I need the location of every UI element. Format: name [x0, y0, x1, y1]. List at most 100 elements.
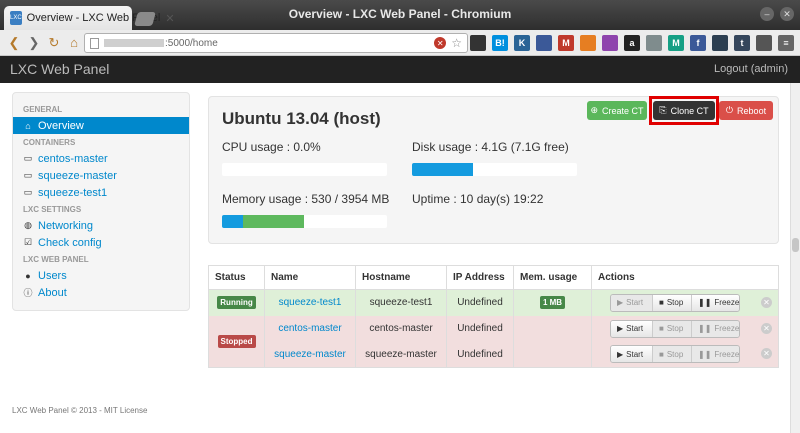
amazon-icon[interactable]: a [624, 35, 640, 51]
freeze-label: Freeze [714, 298, 740, 308]
square-icon[interactable] [536, 35, 552, 51]
facebook-icon[interactable]: f [690, 35, 706, 51]
hdd-icon: ▭ [23, 153, 33, 163]
ip-cell: Undefined [446, 289, 514, 316]
stop-label: Stop [666, 349, 684, 359]
sidebar-item-squeeze-master[interactable]: ▭ squeeze-master [13, 167, 189, 184]
col-ip: IP Address [446, 265, 514, 290]
browser-toolbar: ❮ ❯ ↻ ⌂ :5000/home ✕ ☆ B! K Ma Mf t ≡ [0, 30, 800, 56]
menu-icon[interactable]: ≡ [778, 35, 794, 51]
col-hostname: Hostname [355, 265, 447, 290]
sidebar-item-overview[interactable]: ⌂ Overview [13, 117, 189, 134]
status-badge: Running [217, 296, 256, 310]
sidebar-item-label: squeeze-test1 [38, 186, 108, 199]
hdd-icon: ▭ [23, 187, 33, 197]
sidebar: GENERAL ⌂ Overview CONTAINERS ▭ centos-m… [12, 92, 190, 311]
minimize-icon[interactable]: – [760, 7, 774, 21]
pause-icon: ❚❚ [698, 349, 712, 359]
gmail-icon[interactable]: M [558, 35, 574, 51]
start-button[interactable]: ▶ Start [611, 320, 653, 337]
brand[interactable]: LXC Web Panel [10, 61, 109, 77]
sidebar-item-about[interactable]: ⓘ About [13, 284, 189, 301]
table-row: Stopped centos-master centos-master Unde… [208, 315, 779, 368]
stop-button[interactable]: ■ Stop [653, 320, 692, 337]
leaf-icon[interactable] [602, 35, 618, 51]
col-actions: Actions [591, 265, 779, 290]
freeze-button[interactable]: ❚❚ Freeze [692, 320, 739, 337]
nav-header-settings: LXC SETTINGS [23, 205, 82, 214]
pause-icon: ❚❚ [698, 324, 712, 333]
action-button-group: ▶ Start ■ Stop ❚❚ Freeze [610, 345, 740, 364]
container-link[interactable]: centos-master [278, 323, 341, 334]
extension-icons: B! K Ma Mf t ≡ [470, 35, 794, 51]
block-icon[interactable] [580, 35, 596, 51]
bookmark-star-icon[interactable]: ☆ [451, 36, 462, 50]
stop-icon[interactable]: ✕ [434, 37, 447, 49]
remove-icon[interactable]: ✕ [761, 322, 772, 334]
stop-button[interactable]: ■ Stop [653, 294, 692, 311]
reboot-label: Reboot [737, 105, 767, 116]
table-header-row: Status Name Hostname IP Address Mem. usa… [208, 265, 779, 290]
stop-label: Stop [666, 324, 684, 333]
reload-icon[interactable]: ↻ [44, 35, 64, 51]
tumblr-icon[interactable]: t [734, 35, 750, 51]
memory-usage-fill-used [222, 215, 244, 228]
ip-cell: Undefined [446, 315, 514, 342]
mem-cell [513, 341, 592, 368]
col-mem: Mem. usage [513, 265, 592, 290]
remove-icon[interactable]: ✕ [761, 348, 772, 360]
sidebar-item-label: Check config [38, 236, 102, 249]
wrench-icon[interactable] [756, 35, 772, 51]
hatena-icon[interactable]: B! [492, 35, 508, 51]
container-link[interactable]: squeeze-test1 [279, 297, 342, 308]
page-scrollbar[interactable] [790, 83, 800, 433]
memory-usage-label: Memory usage : 530 / 3954 MB [222, 192, 390, 206]
m-icon[interactable]: M [668, 35, 684, 51]
col-name: Name [264, 265, 356, 290]
url-redacted-host [104, 38, 164, 47]
ip-cell: Undefined [446, 341, 514, 368]
mem-badge: 1 MB [539, 296, 566, 310]
sidebar-item-label: About [38, 286, 67, 299]
memory-usage-fill-cached [243, 215, 305, 228]
cpu-usage-label: CPU usage : 0.0% [222, 140, 321, 154]
stop-button[interactable]: ■ Stop [653, 346, 692, 363]
mem-cell [513, 315, 592, 342]
freeze-button[interactable]: ❚❚ Freeze [692, 346, 739, 363]
url-bar[interactable]: :5000/home ✕ ☆ [84, 33, 468, 53]
share-icon[interactable] [712, 35, 728, 51]
home-icon[interactable]: ⌂ [64, 35, 84, 50]
sidebar-item-centos-master[interactable]: ▭ centos-master [13, 150, 189, 167]
k-icon[interactable]: K [514, 35, 530, 51]
logout-link[interactable]: Logout (admin) [714, 63, 788, 75]
close-window-icon[interactable]: ✕ [780, 7, 794, 21]
window-title: Overview - LXC Web Panel - Chromium [288, 7, 512, 21]
glasses-icon[interactable] [470, 35, 486, 51]
create-ct-button[interactable]: ⊕ Create CT [587, 101, 647, 120]
freeze-button[interactable]: ❚❚ Freeze [692, 294, 740, 311]
sidebar-item-networking[interactable]: ◍ Networking [13, 217, 189, 234]
start-button[interactable]: ▶ Start [611, 294, 653, 311]
sidebar-item-check-config[interactable]: ☑ Check config [13, 234, 189, 251]
remove-icon[interactable]: ✕ [761, 296, 772, 308]
stop-icon: ■ [659, 324, 664, 333]
status-badge: Stopped [217, 334, 256, 348]
disk-usage-label: Disk usage : 4.1G (7.1G free) [412, 140, 569, 154]
sidebar-item-users[interactable]: ● Users [13, 267, 189, 284]
memory-usage-bar [222, 215, 387, 228]
power-icon: ⏻ [725, 105, 734, 115]
stop-icon: ■ [659, 298, 664, 308]
gear-icon[interactable] [646, 35, 662, 51]
sidebar-item-squeeze-test1[interactable]: ▭ squeeze-test1 [13, 184, 189, 201]
back-icon[interactable]: ❮ [4, 35, 24, 51]
start-button[interactable]: ▶ Start [611, 346, 653, 363]
host-title: Ubuntu 13.04 (host) [222, 109, 381, 128]
sidebar-item-label: Overview [38, 119, 84, 132]
sidebar-item-label: squeeze-master [38, 169, 117, 182]
col-status: Status [208, 265, 265, 290]
forward-icon[interactable]: ❯ [24, 35, 44, 51]
scrollbar-thumb[interactable] [792, 238, 799, 252]
container-link[interactable]: squeeze-master [274, 349, 346, 360]
reboot-button[interactable]: ⏻ Reboot [719, 101, 773, 120]
sidebar-item-label: Users [38, 269, 67, 282]
